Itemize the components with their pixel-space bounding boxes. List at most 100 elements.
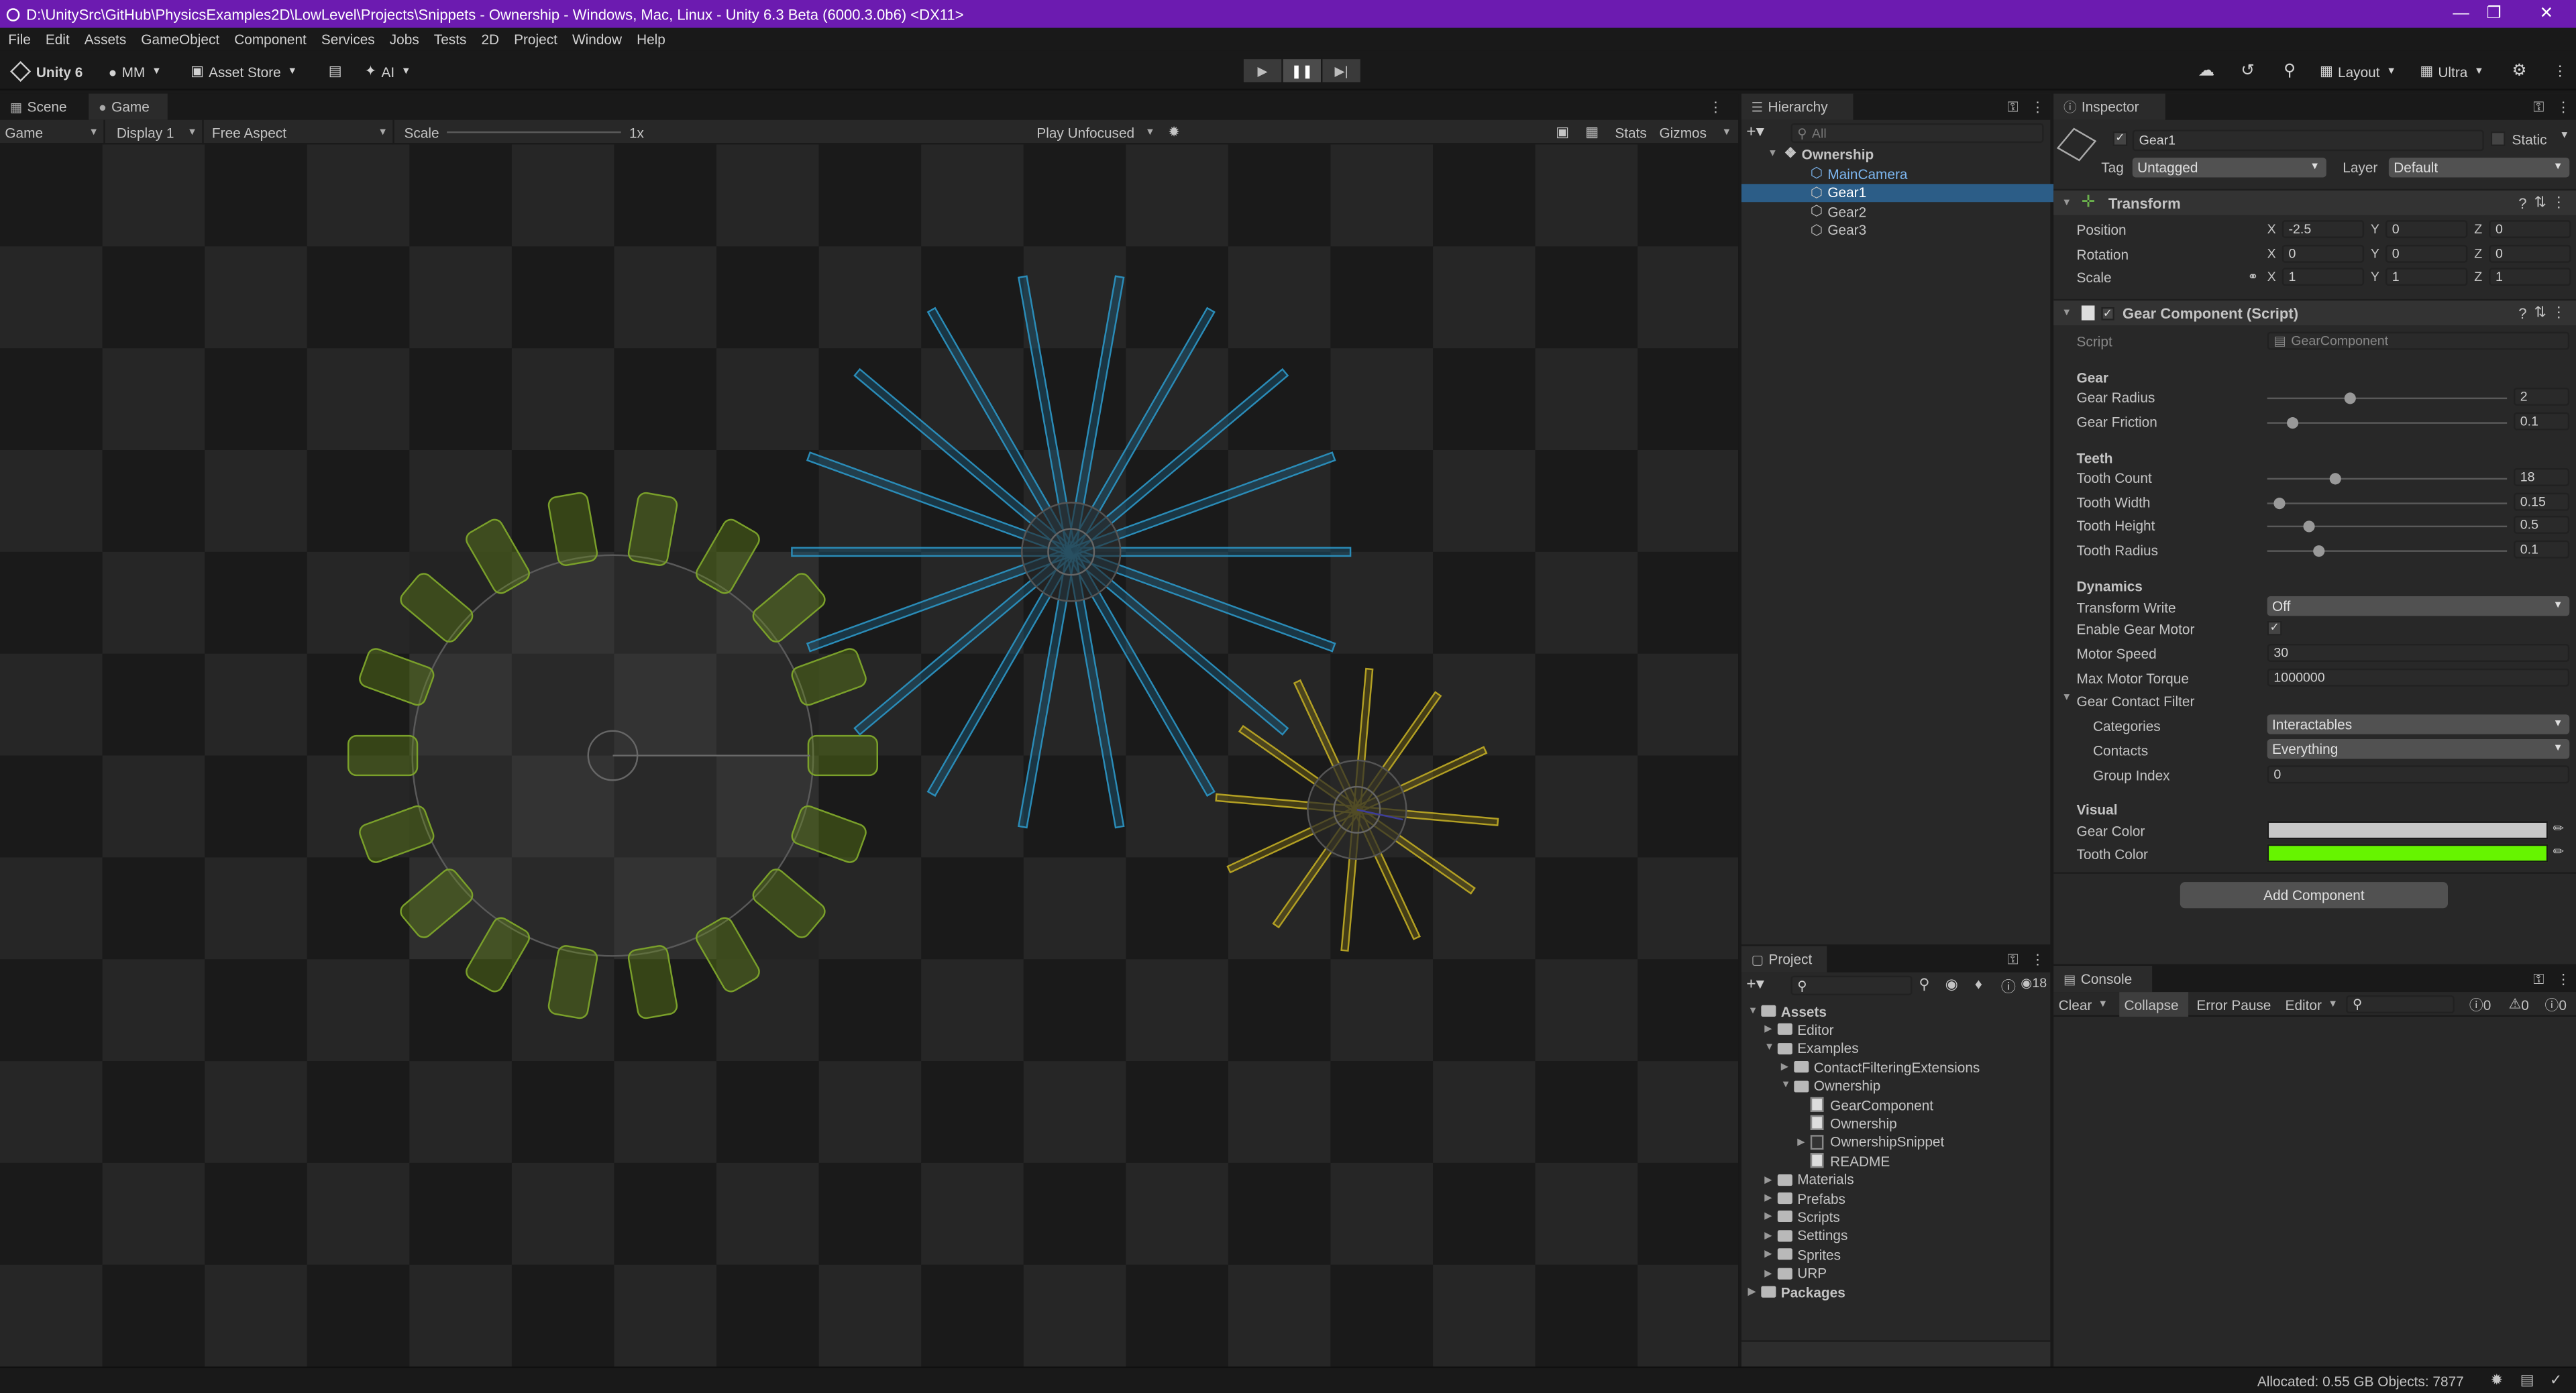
- active-checkbox[interactable]: ✓: [2112, 131, 2128, 146]
- maximize-button[interactable]: ❐: [2471, 0, 2517, 28]
- project-item-gearcomponent[interactable]: GearComponent: [1797, 1095, 1933, 1113]
- hierarchy-scene-row[interactable]: ▼ ❖ Ownership: [1741, 145, 2053, 163]
- slider-handle[interactable]: [2343, 392, 2355, 404]
- project-item-scripts[interactable]: ▶ Scripts: [1764, 1208, 1840, 1226]
- display-dropdown[interactable]: Display 1 ▼: [112, 119, 204, 145]
- tab-project[interactable]: ▢ Project: [1741, 946, 1827, 972]
- check-icon[interactable]: ✓: [2550, 1372, 2562, 1390]
- max-motor-torque-field[interactable]: 1000000: [2267, 668, 2570, 687]
- error-pause-button[interactable]: Error Pause: [2192, 992, 2280, 1017]
- project-item-examples[interactable]: ▼ Examples: [1764, 1040, 1858, 1058]
- tooth-count-field[interactable]: 18: [2513, 467, 2570, 486]
- chevron-right-icon[interactable]: ▶: [1764, 1024, 1778, 1036]
- lock-button[interactable]: ⚿: [2533, 966, 2544, 992]
- project-item-ownership[interactable]: Ownership: [1797, 1114, 1897, 1132]
- transform-header[interactable]: ▼ ✛ Transform ? ⇅ ⋮: [2053, 188, 2576, 215]
- gear-color-swatch[interactable]: [2267, 821, 2548, 840]
- menu-tests[interactable]: Tests: [434, 32, 467, 48]
- contacts-dropdown[interactable]: Everything ▼: [2267, 739, 2570, 759]
- bug-icon[interactable]: ✹: [2491, 1372, 2503, 1390]
- layer-dropdown[interactable]: Default ▼: [2388, 158, 2570, 178]
- z-axis-label[interactable]: Z: [2474, 270, 2482, 284]
- gear-radius-field[interactable]: 2: [2513, 387, 2570, 406]
- chevron-right-icon[interactable]: ▶: [1797, 1136, 1811, 1148]
- position-x-field[interactable]: -2.5: [2282, 220, 2365, 239]
- slider-handle[interactable]: [2274, 498, 2286, 510]
- more-vertical-icon[interactable]: ⋮: [2551, 194, 2566, 212]
- menu-project[interactable]: Project: [514, 32, 557, 48]
- settings-button[interactable]: ⚙: [2506, 59, 2534, 84]
- scale-z-field[interactable]: 1: [2489, 268, 2571, 286]
- scene-panel-menu[interactable]: ⋮: [1709, 94, 1731, 120]
- hierarchy-item-gear2[interactable]: ⬡ Gear2: [1741, 202, 2053, 220]
- help-icon[interactable]: ?: [2518, 304, 2526, 321]
- hierarchy-menu[interactable]: ⋮: [2031, 94, 2045, 120]
- scale-x-field[interactable]: 1: [2282, 268, 2365, 286]
- chevron-down-icon[interactable]: ▼: [1748, 1006, 1762, 1016]
- account-button[interactable]: ● MM ▼: [102, 59, 168, 84]
- stats-button[interactable]: Stats: [1610, 120, 1653, 145]
- tooth-color-swatch[interactable]: [2267, 844, 2548, 862]
- ai-button[interactable]: ✦ AI ▼: [358, 59, 417, 84]
- project-item-assets[interactable]: ▼ Assets: [1748, 1002, 1827, 1020]
- error-count-toggle[interactable]: ⓘ 0: [2540, 992, 2573, 1017]
- menu-gameobject[interactable]: GameObject: [141, 32, 219, 48]
- object-name-field[interactable]: Gear1: [2132, 129, 2484, 152]
- audio-button[interactable]: ▦: [1580, 120, 1603, 145]
- tag-dropdown[interactable]: Untagged ▼: [2132, 158, 2326, 178]
- gear-friction-slider[interactable]: [2267, 422, 2508, 424]
- chevron-right-icon[interactable]: ▶: [1764, 1268, 1778, 1279]
- menu-assets[interactable]: Assets: [85, 32, 126, 48]
- menu-edit[interactable]: Edit: [46, 32, 70, 48]
- project-item-ownershipsnippet[interactable]: ▶ OwnershipSnippet: [1797, 1133, 1944, 1151]
- y-axis-label[interactable]: Y: [2371, 245, 2379, 260]
- chevron-right-icon[interactable]: ▶: [1748, 1286, 1762, 1298]
- position-z-field[interactable]: 0: [2489, 220, 2571, 239]
- chevron-down-icon[interactable]: ▼: [2061, 693, 2072, 703]
- chevron-right-icon[interactable]: ▶: [1764, 1192, 1778, 1204]
- clear-dropdown[interactable]: Clear ▼: [2053, 992, 2112, 1017]
- chevron-down-icon[interactable]: ▼: [2560, 131, 2570, 142]
- motor-speed-field[interactable]: 30: [2267, 644, 2570, 662]
- stack-icon[interactable]: ▤: [2520, 1372, 2534, 1390]
- editor-dropdown[interactable]: Editor ▼: [2280, 992, 2343, 1017]
- chevron-right-icon[interactable]: ▶: [1764, 1249, 1778, 1260]
- play-button[interactable]: ▶: [1243, 59, 1282, 82]
- asset-store-button[interactable]: ▣ Asset Store ▼: [184, 59, 304, 84]
- x-axis-label[interactable]: X: [2267, 245, 2276, 260]
- debug-button[interactable]: ✹: [1163, 120, 1186, 145]
- tab-inspector[interactable]: ⓘ Inspector: [2053, 93, 2165, 120]
- project-menu[interactable]: ⋮: [2031, 946, 2045, 972]
- slider-handle[interactable]: [2286, 417, 2298, 429]
- menu-help[interactable]: Help: [637, 32, 665, 48]
- project-type-filter-icon[interactable]: ◉: [1945, 976, 1958, 994]
- enable-gear-motor-checkbox[interactable]: ✓: [2267, 620, 2282, 636]
- add-component-button[interactable]: Add Component: [2180, 882, 2449, 909]
- project-item-packages[interactable]: ▶ Packages: [1748, 1283, 1845, 1301]
- unity-version-button[interactable]: Unity 6: [7, 59, 89, 84]
- project-search-filter-icon[interactable]: ⚲: [1919, 976, 1929, 994]
- collapse-button[interactable]: Collapse: [2119, 992, 2189, 1017]
- menu-component[interactable]: Component: [234, 32, 307, 48]
- gizmos-dropdown[interactable]: Gizmos ▼: [1654, 120, 1736, 145]
- tab-hierarchy[interactable]: ☰ Hierarchy: [1741, 93, 1854, 120]
- gear-component-header[interactable]: ▼ ✓ Gear Component (Script) ? ⇅ ⋮: [2053, 298, 2576, 325]
- info-count-toggle[interactable]: ⓘ 0: [2464, 992, 2497, 1017]
- tooth-radius-slider[interactable]: [2267, 550, 2508, 552]
- rotation-y-field[interactable]: 0: [2385, 243, 2468, 262]
- hierarchy-search-input[interactable]: ⚲ All: [1790, 123, 2044, 144]
- slider-handle[interactable]: [2312, 545, 2324, 557]
- help-icon[interactable]: ?: [2518, 194, 2526, 211]
- chevron-down-icon[interactable]: ▼: [1781, 1081, 1794, 1091]
- project-item-editor[interactable]: ▶ Editor: [1764, 1021, 1833, 1039]
- tab-game[interactable]: ● Game: [89, 93, 168, 120]
- lock-button[interactable]: ⚿: [2008, 946, 2019, 972]
- warning-count-toggle[interactable]: ⚠ 0: [2504, 992, 2536, 1017]
- project-item-sprites[interactable]: ▶ Sprites: [1764, 1245, 1841, 1264]
- slider-handle[interactable]: [2303, 520, 2315, 533]
- project-info-icon[interactable]: ⓘ: [2001, 976, 2016, 997]
- menu-2d[interactable]: 2D: [481, 32, 499, 48]
- cloud-button[interactable]: ☁: [2192, 59, 2221, 84]
- more-vertical-icon[interactable]: ⋮: [2551, 304, 2566, 322]
- hierarchy-add-button[interactable]: +▾: [1746, 123, 1772, 142]
